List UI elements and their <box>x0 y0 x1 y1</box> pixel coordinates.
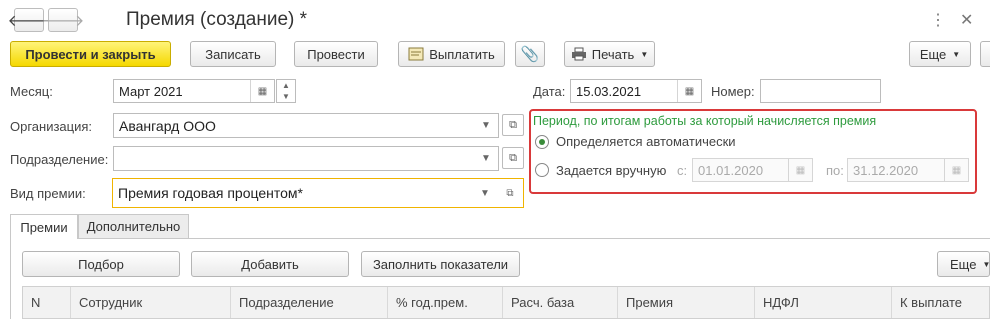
column-header-bonus[interactable]: Премия <box>617 287 754 318</box>
tab-additional[interactable]: Дополнительно <box>78 214 189 238</box>
pick-button[interactable]: Подбор <box>22 251 180 277</box>
period-from-field[interactable]: 01.01.2020 ▦ <box>692 158 813 182</box>
back-button[interactable]: 🡐 <box>8 8 50 32</box>
number-field[interactable] <box>760 79 881 103</box>
month-label: Месяц: <box>10 84 53 99</box>
department-field[interactable]: ▼ <box>113 146 499 171</box>
stepper-up-icon[interactable]: ▲ <box>277 80 295 91</box>
chevron-down-icon[interactable]: ▼ <box>473 179 497 207</box>
period-manual-label: Задается вручную <box>556 163 667 178</box>
printer-icon <box>571 47 586 61</box>
pay-button-label: Выплатить <box>429 46 495 62</box>
tab-bonuses[interactable]: Премии <box>10 214 78 239</box>
chevron-down-icon: ▼ <box>982 259 990 269</box>
period-to-label: по: <box>826 163 844 178</box>
period-title: Период, по итогам работы за который начи… <box>533 114 877 128</box>
column-header-ndfl[interactable]: НДФЛ <box>754 287 891 318</box>
stepper-down-icon[interactable]: ▼ <box>277 91 295 102</box>
calendar-icon[interactable]: ▦ <box>677 80 701 102</box>
period-auto-radio[interactable] <box>535 135 549 149</box>
calendar-icon[interactable]: ▦ <box>250 80 274 102</box>
post-and-close-button[interactable]: Провести и закрыть <box>10 41 171 67</box>
month-stepper[interactable]: ▲ ▼ <box>276 79 296 103</box>
attach-button[interactable]: 📎 <box>515 41 545 67</box>
column-header-annual-percent[interactable]: % год.прем. <box>387 287 502 318</box>
more-button[interactable]: Еще ▼ <box>909 41 971 67</box>
bonus-type-value: Премия годовая процентом* <box>118 185 303 201</box>
fill-indicators-button[interactable]: Заполнить показатели <box>361 251 520 277</box>
calendar-icon[interactable]: ▦ <box>944 159 968 181</box>
date-field[interactable]: 15.03.2021 ▦ <box>570 79 702 103</box>
more-button-label: Еще <box>919 46 947 62</box>
calendar-icon[interactable]: ▦ <box>788 159 812 181</box>
table-more-button[interactable]: Еще ▼ <box>937 251 990 277</box>
document-pay-icon <box>408 47 424 61</box>
column-header-department[interactable]: Подразделение <box>230 287 387 318</box>
period-to-field[interactable]: 31.12.2020 ▦ <box>847 158 969 182</box>
print-button[interactable]: Печать ▼ <box>564 41 655 67</box>
add-button[interactable]: Добавить <box>191 251 349 277</box>
date-value: 15.03.2021 <box>576 83 642 99</box>
pay-button[interactable]: Выплатить <box>398 41 505 67</box>
period-auto-label: Определяется автоматически <box>556 134 736 149</box>
table-more-label: Еще <box>950 256 977 272</box>
page-title: Премия (создание) * <box>126 9 308 30</box>
period-from-value: 01.01.2020 <box>698 162 764 178</box>
department-label: Подразделение: <box>10 152 109 167</box>
chevron-down-icon[interactable]: ▼ <box>474 114 498 137</box>
column-header-n[interactable]: N <box>23 287 70 318</box>
month-field[interactable]: Март 2021 ▦ <box>113 79 275 103</box>
date-label: Дата: <box>533 84 566 99</box>
month-value: Март 2021 <box>119 83 183 99</box>
print-button-label: Печать <box>591 46 635 62</box>
chevron-down-icon[interactable]: ▼ <box>474 147 498 170</box>
more-vertical-icon[interactable]: ⋮ <box>930 10 946 30</box>
save-button[interactable]: Записать <box>190 41 276 67</box>
department-open-button[interactable]: ⧉ <box>502 147 524 169</box>
help-button[interactable] <box>980 41 990 67</box>
paperclip-icon: 📎 <box>520 46 540 63</box>
open-window-icon: ⧉ <box>509 151 517 164</box>
period-to-value: 31.12.2020 <box>853 162 919 178</box>
period-manual-radio[interactable] <box>535 163 549 177</box>
bonus-type-label: Вид премии: <box>10 186 86 201</box>
number-label: Номер: <box>711 84 755 99</box>
organization-value: Авангард ООО <box>119 117 216 134</box>
open-window-icon: ⧉ <box>509 118 517 131</box>
bonus-type-field[interactable]: Премия годовая процентом* ▼ ⧉ <box>112 178 524 208</box>
organization-label: Организация: <box>10 119 93 134</box>
chevron-down-icon: ▼ <box>952 49 961 59</box>
arrow-right-icon: 🡒 <box>41 12 85 30</box>
post-button[interactable]: Провести <box>294 41 378 67</box>
column-header-employee[interactable]: Сотрудник <box>70 287 230 318</box>
period-from-label: с: <box>677 163 688 178</box>
close-icon[interactable]: ✕ <box>960 10 973 30</box>
organization-field[interactable]: Авангард ООО ▼ <box>113 113 499 138</box>
organization-open-button[interactable]: ⧉ <box>502 114 524 136</box>
forward-button[interactable]: 🡒 <box>42 8 84 32</box>
chevron-down-icon: ▼ <box>640 49 649 59</box>
table-header: N Сотрудник Подразделение % год.прем. Ра… <box>22 286 990 319</box>
column-header-to-pay[interactable]: К выплате <box>891 287 990 318</box>
column-header-base[interactable]: Расч. база <box>502 287 617 318</box>
open-window-icon[interactable]: ⧉ <box>497 179 523 207</box>
